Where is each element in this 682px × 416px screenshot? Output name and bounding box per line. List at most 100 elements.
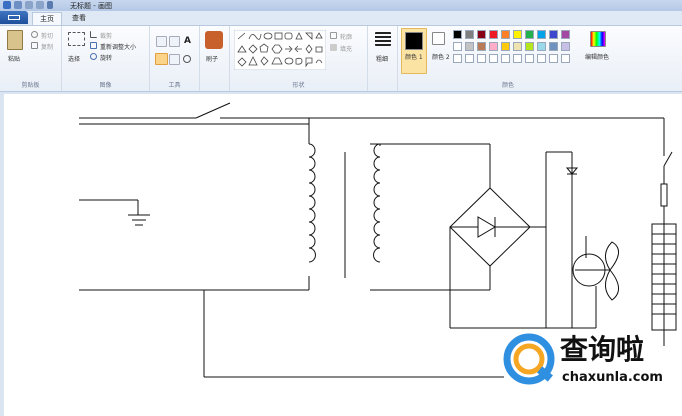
resize-button[interactable]: 重新调整大小 bbox=[100, 42, 136, 51]
file-menu-button[interactable] bbox=[0, 11, 28, 24]
fill-bucket-icon[interactable] bbox=[169, 36, 180, 47]
palette-empty-swatch[interactable] bbox=[549, 54, 558, 63]
color1-swatch bbox=[405, 32, 423, 50]
fan-blade-bottom bbox=[605, 269, 619, 301]
save-icon[interactable] bbox=[14, 1, 22, 9]
cut-button[interactable]: 剪切 bbox=[41, 31, 53, 40]
palette-swatch[interactable] bbox=[549, 42, 558, 51]
pencil-icon[interactable] bbox=[156, 36, 167, 47]
fill-button[interactable]: 填充 bbox=[340, 44, 352, 53]
palette-empty-swatch[interactable] bbox=[453, 54, 462, 63]
palette-swatch[interactable] bbox=[501, 30, 510, 39]
fan-blade-top bbox=[605, 241, 619, 271]
switch-blade bbox=[195, 102, 231, 119]
primary-coil bbox=[308, 143, 316, 263]
palette-swatch[interactable] bbox=[453, 42, 462, 51]
palette-empty-swatch[interactable] bbox=[513, 54, 522, 63]
window-title: 无标题 - 画图 bbox=[70, 2, 112, 10]
rotate-button[interactable]: 旋转 bbox=[100, 53, 112, 62]
crop-icon[interactable] bbox=[90, 31, 97, 38]
watermark-logo bbox=[503, 333, 555, 385]
brushes-button[interactable]: 刷子 bbox=[206, 54, 218, 63]
tab-view[interactable]: 查看 bbox=[64, 12, 94, 25]
palette-swatch[interactable] bbox=[501, 42, 510, 51]
select-icon[interactable] bbox=[68, 32, 85, 46]
fill-icon[interactable] bbox=[330, 44, 337, 51]
palette-swatch[interactable] bbox=[549, 30, 558, 39]
paste-icon[interactable] bbox=[7, 30, 23, 50]
palette-swatch[interactable] bbox=[513, 42, 522, 51]
palette-swatch[interactable] bbox=[453, 30, 462, 39]
palette-swatch[interactable] bbox=[465, 42, 474, 51]
palette-swatch[interactable] bbox=[537, 42, 546, 51]
tools-group: A 工具 bbox=[150, 26, 200, 91]
copy-button[interactable]: 复制 bbox=[41, 42, 53, 51]
cut-icon[interactable] bbox=[31, 31, 38, 38]
undo-icon[interactable] bbox=[25, 1, 33, 9]
color2-swatch[interactable] bbox=[432, 32, 445, 45]
color1-label: 颜色 1 bbox=[405, 54, 423, 61]
palette-swatch[interactable] bbox=[525, 30, 534, 39]
watermark-url: chaxunla.com bbox=[562, 370, 663, 385]
color2-label[interactable]: 颜色 2 bbox=[432, 52, 450, 61]
color-picker-icon[interactable] bbox=[169, 54, 180, 65]
right-switch-blade bbox=[663, 151, 673, 167]
resize-icon[interactable] bbox=[90, 42, 97, 49]
magnifier-icon[interactable] bbox=[183, 55, 191, 63]
app-icon[interactable] bbox=[3, 1, 11, 9]
palette-empty-swatch[interactable] bbox=[537, 54, 546, 63]
palette-swatch[interactable] bbox=[561, 30, 570, 39]
palette-empty-swatch[interactable] bbox=[501, 54, 510, 63]
outline-button[interactable]: 轮廓 bbox=[340, 32, 352, 41]
palette-swatch[interactable] bbox=[477, 30, 486, 39]
crop-button[interactable]: 裁剪 bbox=[100, 31, 112, 40]
palette-empty-swatch[interactable] bbox=[477, 54, 486, 63]
paste-button[interactable]: 粘贴 bbox=[8, 54, 20, 63]
image-group: 选择 裁剪 重新调整大小 旋转 图像 bbox=[62, 26, 150, 91]
color1-selector[interactable] bbox=[401, 28, 427, 74]
colors-group: 颜色 1 颜色 2 编辑颜色 颜色 bbox=[398, 26, 618, 91]
customize-quick-access-icon[interactable] bbox=[47, 1, 53, 9]
eraser-icon[interactable] bbox=[155, 53, 168, 65]
palette-swatch[interactable] bbox=[525, 42, 534, 51]
select-button[interactable]: 选择 bbox=[68, 54, 80, 63]
clipboard-group: 粘贴 剪切 复制 剪贴板 bbox=[0, 26, 62, 91]
palette-empty-swatch[interactable] bbox=[561, 54, 570, 63]
secondary-coil bbox=[373, 143, 381, 263]
edit-colors-icon[interactable] bbox=[590, 31, 606, 47]
size-icon[interactable] bbox=[375, 32, 391, 46]
palette-empty-swatch[interactable] bbox=[525, 54, 534, 63]
copy-icon[interactable] bbox=[31, 42, 38, 49]
file-menu-icon bbox=[8, 15, 20, 20]
tab-home[interactable]: 主页 bbox=[32, 12, 62, 25]
clipboard-group-label: 剪贴板 bbox=[21, 82, 40, 89]
palette-swatch[interactable] bbox=[489, 30, 498, 39]
palette-swatch[interactable] bbox=[537, 30, 546, 39]
palette-swatch[interactable] bbox=[477, 42, 486, 51]
shapes-group-label: 形状 bbox=[292, 82, 305, 89]
palette-swatch[interactable] bbox=[489, 42, 498, 51]
color-palette bbox=[453, 30, 583, 70]
palette-empty-swatch[interactable] bbox=[489, 54, 498, 63]
shapes-gallery[interactable] bbox=[234, 30, 326, 70]
size-button[interactable]: 粗细 bbox=[376, 54, 388, 63]
palette-swatch[interactable] bbox=[513, 30, 522, 39]
bridge-diode bbox=[477, 216, 496, 238]
edit-colors-button[interactable]: 编辑颜色 bbox=[585, 52, 609, 61]
rotate-icon[interactable] bbox=[90, 53, 97, 60]
brushes-group: 刷子 bbox=[200, 26, 230, 91]
brush-icon[interactable] bbox=[205, 31, 223, 49]
outline-icon[interactable] bbox=[330, 32, 337, 39]
text-tool-icon[interactable]: A bbox=[182, 36, 193, 47]
palette-swatch[interactable] bbox=[561, 42, 570, 51]
palette-swatch[interactable] bbox=[465, 30, 474, 39]
colors-group-label: 颜色 bbox=[501, 82, 514, 89]
watermark: 查询啦 chaxunla.com bbox=[500, 326, 680, 398]
shapes-group: 轮廓 填充 形状 bbox=[230, 26, 368, 91]
ribbon: 粘贴 剪切 复制 剪贴板 选择 裁剪 重新调整大小 旋转 图像 A 工具 刷子 bbox=[0, 26, 682, 92]
fuse bbox=[660, 183, 668, 207]
redo-icon[interactable] bbox=[36, 1, 44, 9]
size-group: 粗细 bbox=[368, 26, 398, 91]
watermark-brand: 查询啦 bbox=[560, 333, 645, 366]
palette-empty-swatch[interactable] bbox=[465, 54, 474, 63]
